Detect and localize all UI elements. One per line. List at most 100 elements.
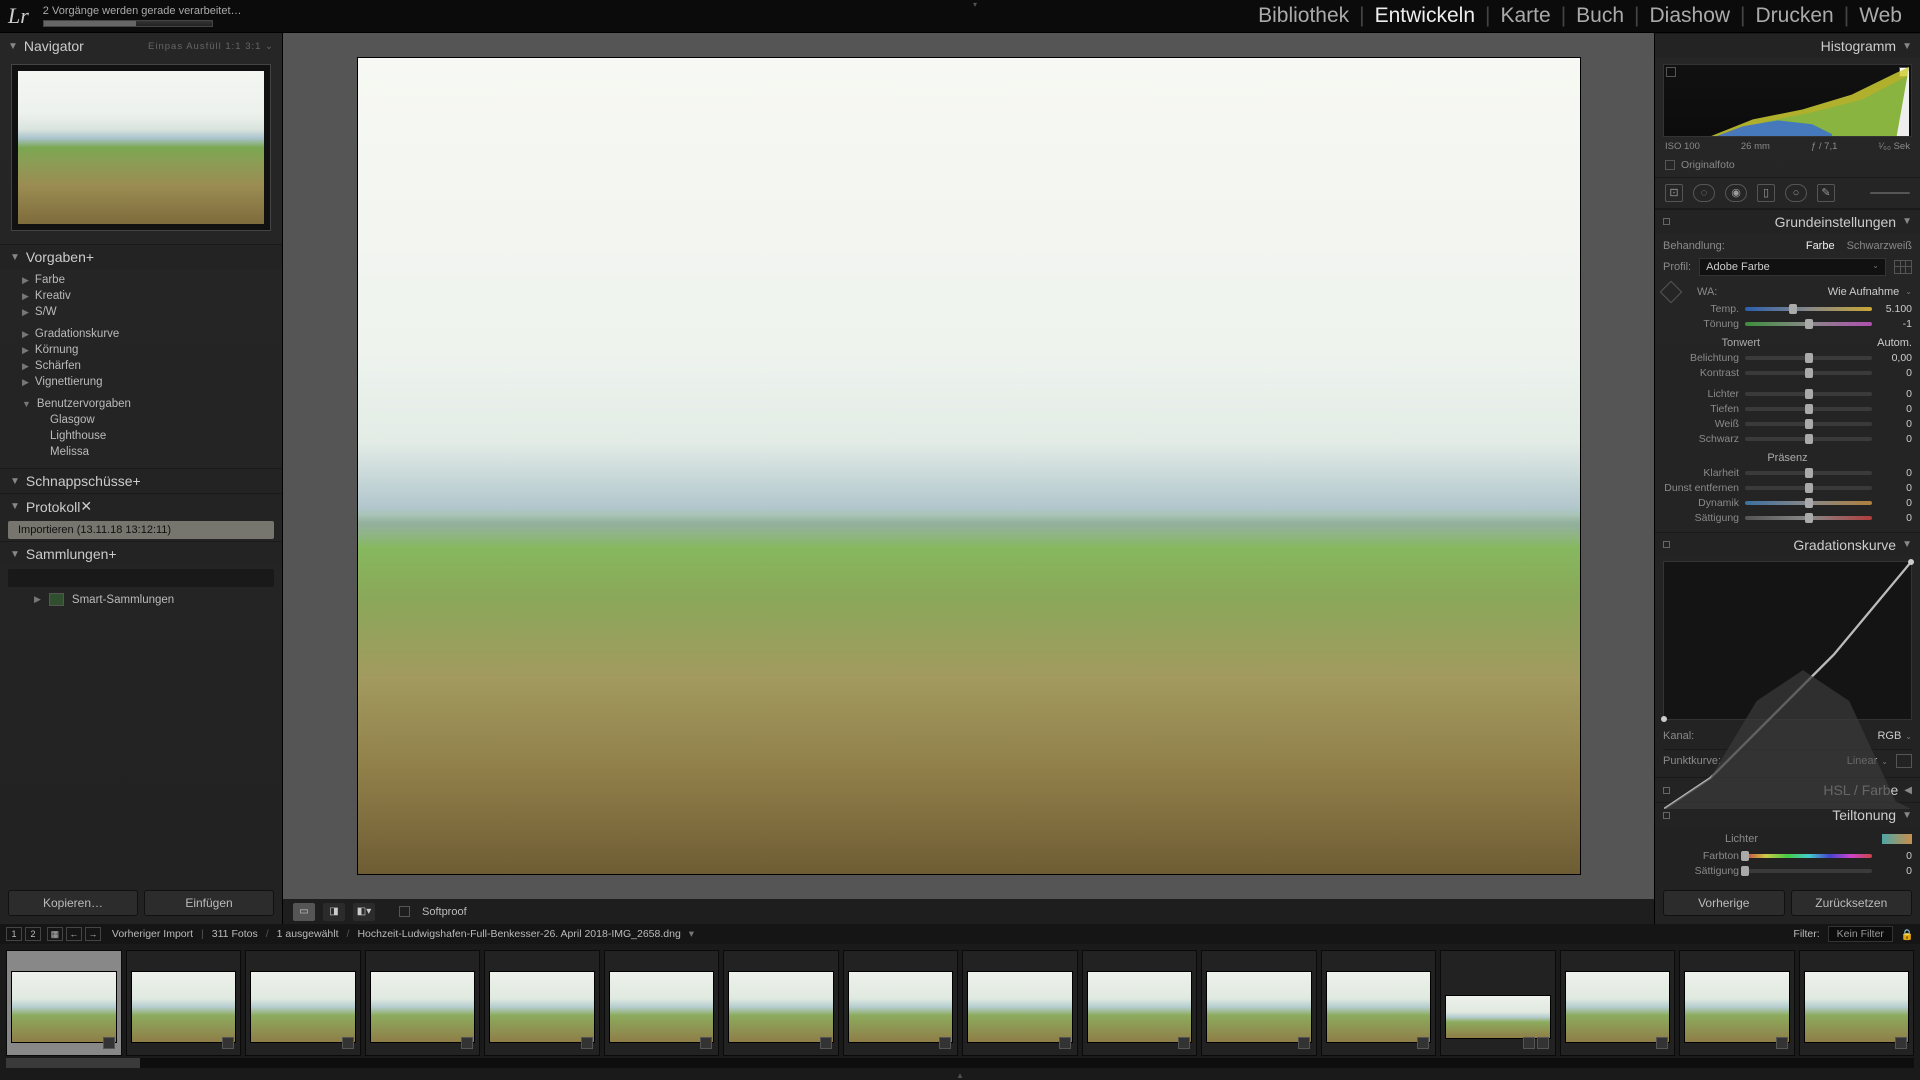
panel-switch-icon[interactable] xyxy=(1663,812,1670,819)
badge-icon[interactable] xyxy=(820,1037,832,1049)
histogram[interactable] xyxy=(1663,64,1912,137)
collections-filter-input[interactable] xyxy=(8,569,274,587)
add-icon[interactable]: + xyxy=(108,546,116,562)
history-header[interactable]: ▼ Protokoll ✕ xyxy=(0,493,282,519)
badge-icon[interactable] xyxy=(1537,1037,1549,1049)
previous-button[interactable]: Vorherige xyxy=(1663,890,1785,916)
clear-icon[interactable]: ✕ xyxy=(80,498,92,515)
thumbnail[interactable] xyxy=(1799,950,1915,1056)
dehaze-slider[interactable]: Dunst entfernen0 xyxy=(1663,481,1912,496)
module-develop[interactable]: Entwickeln xyxy=(1365,4,1485,28)
preset-group[interactable]: ▶Vignettierung xyxy=(0,374,282,390)
blacks-slider[interactable]: Schwarz0 xyxy=(1663,432,1912,447)
radial-filter-icon[interactable]: ○ xyxy=(1785,184,1807,202)
profile-browser-icon[interactable] xyxy=(1894,260,1912,274)
split-color-swatch[interactable] xyxy=(1882,834,1912,844)
badge-icon[interactable] xyxy=(1298,1037,1310,1049)
thumbnail[interactable] xyxy=(1201,950,1317,1056)
navigator-preview[interactable] xyxy=(12,65,270,230)
preset-group[interactable]: ▶S/W xyxy=(0,304,282,320)
thumbnail[interactable] xyxy=(484,950,600,1056)
auto-tone-button[interactable]: Autom. xyxy=(1877,337,1912,349)
grid-icon[interactable]: ▦ xyxy=(47,927,63,941)
thumbnail[interactable] xyxy=(126,950,242,1056)
add-icon[interactable]: + xyxy=(86,249,94,265)
thumbnail[interactable] xyxy=(1440,950,1556,1056)
badge-icon[interactable] xyxy=(1656,1037,1668,1049)
spot-tool-icon[interactable]: ◌ xyxy=(1693,184,1715,202)
highlights-slider[interactable]: Lichter0 xyxy=(1663,387,1912,402)
thumbnail[interactable] xyxy=(962,950,1078,1056)
thumbnail[interactable] xyxy=(1679,950,1795,1056)
wb-eyedropper-icon[interactable] xyxy=(1660,281,1683,304)
filmstrip-scrollbar[interactable] xyxy=(6,1058,1914,1068)
thumbnail[interactable] xyxy=(1560,950,1676,1056)
thumbnail[interactable] xyxy=(6,950,122,1056)
temp-slider[interactable]: Temp.5.100 xyxy=(1663,302,1912,317)
badge-icon[interactable] xyxy=(700,1037,712,1049)
badge-icon[interactable] xyxy=(1059,1037,1071,1049)
jump-back-icon[interactable]: ← xyxy=(66,927,82,941)
compare-view-button[interactable]: ◨ xyxy=(323,903,345,921)
preset-group[interactable]: ▶Farbe xyxy=(0,272,282,288)
preset-group[interactable]: ▶Gradationskurve xyxy=(0,326,282,342)
second-window-icon[interactable]: 2 xyxy=(25,927,41,941)
treatment-color-button[interactable]: Farbe xyxy=(1806,240,1835,252)
original-photo-checkbox[interactable] xyxy=(1665,160,1675,170)
filter-lock-icon[interactable]: 🔒 xyxy=(1901,928,1914,941)
softproof-checkbox[interactable] xyxy=(399,906,410,917)
badge-icon[interactable] xyxy=(1776,1037,1788,1049)
thumbnail[interactable] xyxy=(365,950,481,1056)
before-after-button[interactable]: ◧▾ xyxy=(353,903,375,921)
preset-group[interactable]: ▶Schärfen xyxy=(0,358,282,374)
module-map[interactable]: Karte xyxy=(1490,4,1560,28)
smart-collections-item[interactable]: ▶ Smart-Sammlungen xyxy=(0,590,282,609)
preset-item[interactable]: Melissa xyxy=(0,444,282,460)
badge-icon[interactable] xyxy=(1523,1037,1535,1049)
source-label[interactable]: Vorheriger Import xyxy=(112,928,193,940)
saturation-slider[interactable]: Sättigung0 xyxy=(1663,511,1912,526)
thumbnail[interactable] xyxy=(604,950,720,1056)
snapshots-header[interactable]: ▼ Schnappschüsse + xyxy=(0,468,282,493)
module-slideshow[interactable]: Diashow xyxy=(1640,4,1741,28)
treatment-bw-button[interactable]: Schwarzweiß xyxy=(1847,240,1912,252)
badge-icon[interactable] xyxy=(222,1037,234,1049)
bottom-grip-icon[interactable]: ▴ xyxy=(0,1072,1920,1080)
add-icon[interactable]: + xyxy=(133,473,141,489)
collections-header[interactable]: ▼ Sammlungen + xyxy=(0,541,282,566)
graduated-filter-icon[interactable]: ▯ xyxy=(1757,184,1775,202)
exposure-slider[interactable]: Belichtung0,00 xyxy=(1663,351,1912,366)
user-presets-group[interactable]: ▼Benutzervorgaben xyxy=(0,396,282,412)
tool-slider[interactable] xyxy=(1870,192,1910,194)
badge-icon[interactable] xyxy=(581,1037,593,1049)
loupe-view-button[interactable]: ▭ xyxy=(293,903,315,921)
badge-icon[interactable] xyxy=(342,1037,354,1049)
histogram-header[interactable]: Histogramm ▼ xyxy=(1655,33,1920,58)
wb-select[interactable]: Wie Aufnahme xyxy=(1828,286,1900,298)
preset-item[interactable]: Glasgow xyxy=(0,412,282,428)
preset-group[interactable]: ▶Kreativ xyxy=(0,288,282,304)
filter-select[interactable]: Kein Filter xyxy=(1828,926,1893,942)
split-sat-slider[interactable]: Sättigung0 xyxy=(1663,863,1912,878)
crop-tool-icon[interactable]: ⊡ xyxy=(1665,184,1683,202)
badge-icon[interactable] xyxy=(1417,1037,1429,1049)
badge-icon[interactable] xyxy=(1178,1037,1190,1049)
navigator-zoom-options[interactable]: Einpas Ausfüll 1:1 3:1 ⌄ xyxy=(148,41,274,52)
basic-header[interactable]: Grundeinstellungen ▼ xyxy=(1655,209,1920,234)
contrast-slider[interactable]: Kontrast0 xyxy=(1663,366,1912,381)
thumbnail[interactable] xyxy=(843,950,959,1056)
paste-button[interactable]: Einfügen xyxy=(144,890,274,916)
shadows-slider[interactable]: Tiefen0 xyxy=(1663,402,1912,417)
top-grip-icon[interactable]: ▾ xyxy=(960,0,990,6)
presets-header[interactable]: ▼ Vorgaben + xyxy=(0,244,282,269)
reset-button[interactable]: Zurücksetzen xyxy=(1791,890,1913,916)
image-canvas[interactable] xyxy=(283,33,1654,899)
panel-switch-icon[interactable] xyxy=(1663,541,1670,548)
preset-group[interactable]: ▶Körnung xyxy=(0,342,282,358)
tint-slider[interactable]: Tönung-1 xyxy=(1663,317,1912,332)
module-book[interactable]: Buch xyxy=(1566,4,1634,28)
badge-icon[interactable] xyxy=(939,1037,951,1049)
thumbnail[interactable] xyxy=(1321,950,1437,1056)
module-print[interactable]: Drucken xyxy=(1746,4,1844,28)
jump-fwd-icon[interactable]: → xyxy=(85,927,101,941)
